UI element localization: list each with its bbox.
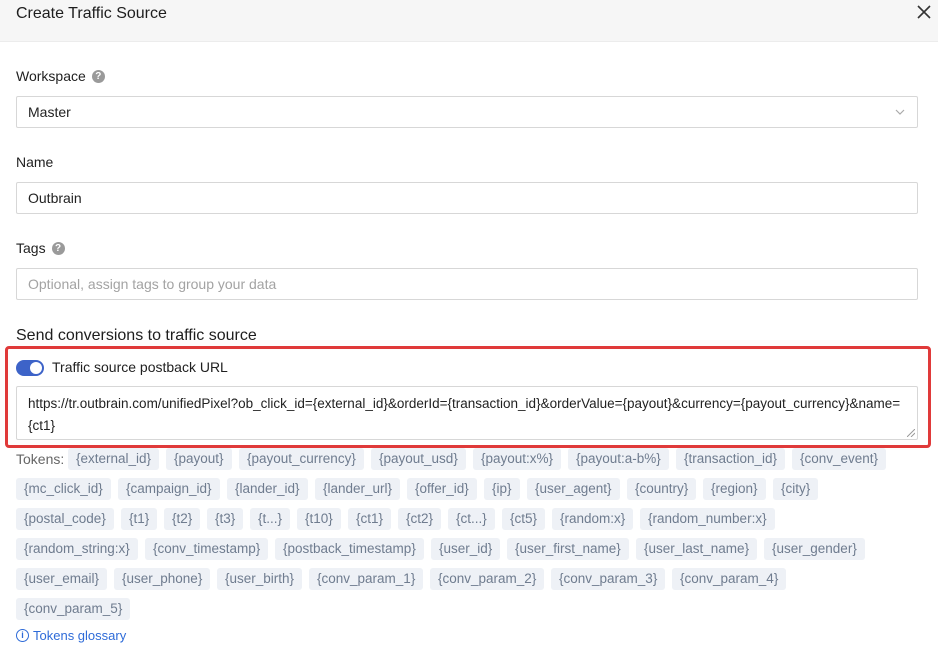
token-chip[interactable]: {campaign_id} bbox=[118, 478, 220, 500]
token-chip[interactable]: {user_email} bbox=[16, 568, 108, 590]
token-chip[interactable]: {mc_click_id} bbox=[16, 478, 111, 500]
token-chip[interactable]: {t1} bbox=[121, 508, 158, 530]
token-chip[interactable]: {user_agent} bbox=[527, 478, 620, 500]
tokens-glossary-link[interactable]: i Tokens glossary bbox=[16, 628, 126, 643]
tags-label-row: Tags ? bbox=[16, 239, 65, 257]
chevron-down-icon bbox=[895, 109, 905, 115]
token-chip[interactable]: {user_id} bbox=[431, 538, 501, 560]
token-chip[interactable]: {conv_param_1} bbox=[309, 568, 424, 590]
close-icon[interactable] bbox=[916, 4, 932, 20]
info-icon: i bbox=[16, 629, 29, 642]
token-chip[interactable]: {conv_param_4} bbox=[672, 568, 787, 590]
token-chip[interactable]: {ct...} bbox=[448, 508, 495, 530]
token-chip[interactable]: {t2} bbox=[164, 508, 201, 530]
token-chip[interactable]: {ip} bbox=[484, 478, 520, 500]
help-icon[interactable]: ? bbox=[51, 241, 65, 255]
token-chip[interactable]: {user_phone} bbox=[114, 568, 211, 590]
token-chip[interactable]: {user_last_name} bbox=[636, 538, 758, 560]
token-chip[interactable]: {t3} bbox=[207, 508, 244, 530]
token-chip[interactable]: {random_string:x} bbox=[16, 538, 138, 560]
token-chip[interactable]: {random:x} bbox=[552, 508, 634, 530]
token-chip[interactable]: {payout_currency} bbox=[239, 448, 364, 470]
tags-label: Tags bbox=[16, 240, 46, 256]
postback-toggle[interactable] bbox=[16, 360, 44, 376]
name-input[interactable]: Outbrain bbox=[16, 182, 918, 214]
token-chip[interactable]: {lander_url} bbox=[315, 478, 401, 500]
token-chip[interactable]: {payout_usd} bbox=[371, 448, 466, 470]
token-chip[interactable]: {payout} bbox=[166, 448, 232, 470]
postback-url-value: https://tr.outbrain.com/unifiedPixel?ob_… bbox=[28, 396, 901, 433]
resize-handle-icon[interactable] bbox=[907, 429, 915, 437]
workspace-label: Workspace bbox=[16, 68, 86, 84]
workspace-label-row: Workspace ? bbox=[16, 67, 105, 85]
name-label-row: Name bbox=[16, 153, 53, 171]
token-chip[interactable]: {user_first_name} bbox=[507, 538, 629, 560]
token-chip[interactable]: {conv_event} bbox=[792, 448, 887, 470]
token-chip[interactable]: {conv_param_3} bbox=[551, 568, 666, 590]
token-chip[interactable]: {ct1} bbox=[348, 508, 392, 530]
workspace-value: Master bbox=[28, 104, 71, 120]
token-chip[interactable]: {ct2} bbox=[398, 508, 442, 530]
token-chip[interactable]: {lander_id} bbox=[227, 478, 308, 500]
name-value: Outbrain bbox=[28, 190, 82, 206]
tags-placeholder: Optional, assign tags to group your data bbox=[28, 276, 277, 292]
token-chip[interactable]: {payout:a-b%} bbox=[568, 448, 669, 470]
send-conversions-title: Send conversions to traffic source bbox=[16, 327, 257, 344]
postback-url-textarea[interactable]: https://tr.outbrain.com/unifiedPixel?ob_… bbox=[16, 386, 918, 440]
token-chip[interactable]: {ct5} bbox=[502, 508, 546, 530]
modal-title: Create Traffic Source bbox=[16, 5, 167, 22]
token-chip[interactable]: {payout:x%} bbox=[473, 448, 562, 470]
tokens-glossary-label: Tokens glossary bbox=[33, 628, 127, 643]
token-chip[interactable]: {postal_code} bbox=[16, 508, 114, 530]
tokens-label: Tokens: bbox=[16, 451, 65, 467]
token-chip[interactable]: {t...} bbox=[250, 508, 291, 530]
token-chip[interactable]: {offer_id} bbox=[407, 478, 477, 500]
token-chip[interactable]: {conv_param_5} bbox=[16, 598, 131, 620]
token-chip[interactable]: {postback_timestamp} bbox=[275, 538, 424, 560]
token-chip[interactable]: {conv_param_2} bbox=[430, 568, 545, 590]
token-chip[interactable]: {country} bbox=[627, 478, 697, 500]
workspace-select[interactable]: Master bbox=[16, 96, 918, 128]
name-label: Name bbox=[16, 154, 54, 170]
toggle-knob bbox=[30, 362, 42, 374]
token-chip[interactable]: {conv_timestamp} bbox=[145, 538, 269, 560]
help-icon[interactable]: ? bbox=[91, 69, 105, 83]
token-chip[interactable]: {external_id} bbox=[68, 448, 160, 470]
postback-toggle-label: Traffic source postback URL bbox=[52, 359, 228, 375]
token-chip[interactable]: {t10} bbox=[297, 508, 341, 530]
tags-input[interactable]: Optional, assign tags to group your data bbox=[16, 268, 918, 300]
token-chip[interactable]: {random_number:x} bbox=[640, 508, 775, 530]
modal-header: Create Traffic Source bbox=[0, 0, 938, 42]
token-chip[interactable]: {user_birth} bbox=[217, 568, 303, 590]
token-chip[interactable]: {region} bbox=[703, 478, 766, 500]
token-chip[interactable]: {city} bbox=[773, 478, 819, 500]
token-chip[interactable]: {transaction_id} bbox=[676, 448, 786, 470]
token-chip[interactable]: {user_gender} bbox=[764, 538, 865, 560]
